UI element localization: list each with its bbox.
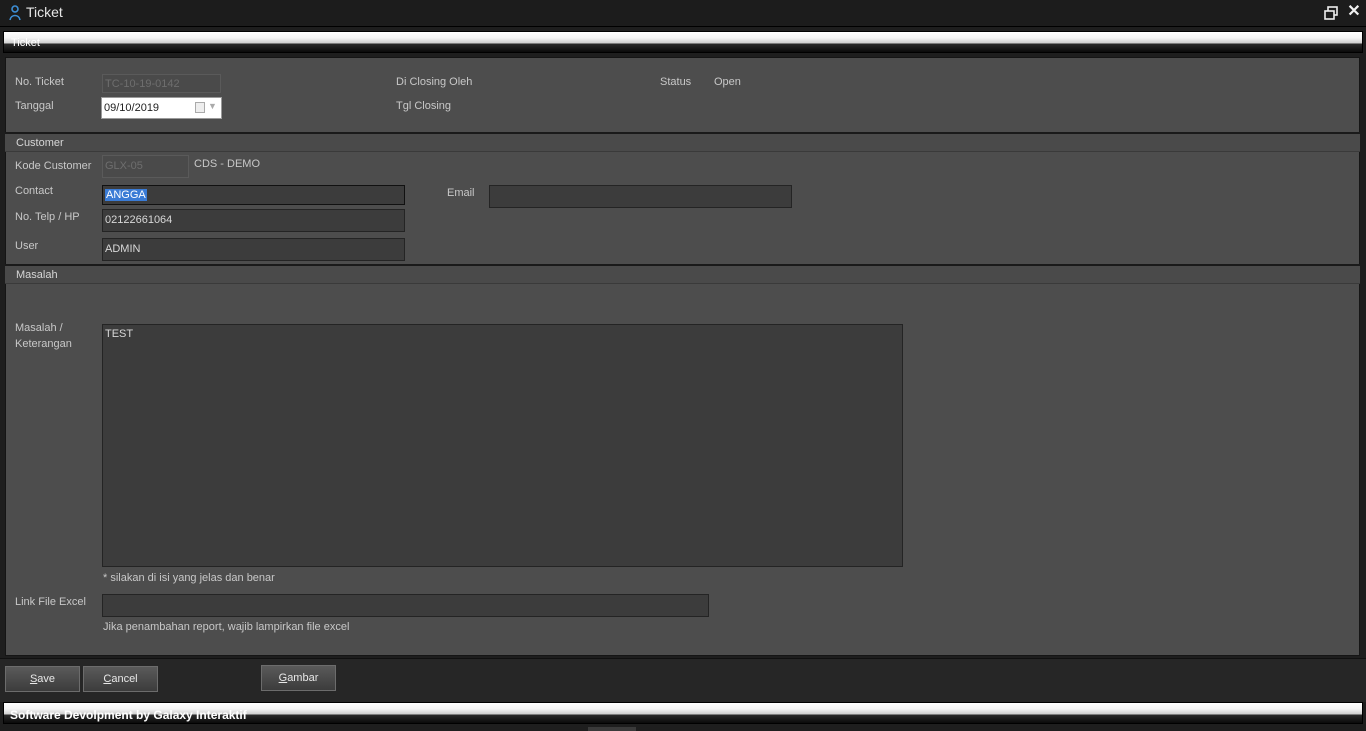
masalah-hint: * silakan di isi yang jelas dan benar: [103, 572, 275, 584]
gambar-mnemonic: G: [278, 672, 288, 684]
window-title: Ticket: [26, 4, 63, 20]
dropdown-arrow-icon[interactable]: ▼: [208, 101, 217, 111]
button-bar: [0, 658, 1366, 702]
kode-customer-field[interactable]: GLX-05: [102, 155, 189, 178]
kode-customer-label: Kode Customer: [15, 160, 92, 172]
no-ticket-field[interactable]: TC-10-19-0142: [102, 74, 221, 93]
contact-input[interactable]: ANGGA: [102, 185, 405, 205]
email-input[interactable]: [489, 185, 792, 208]
tanggal-label: Tanggal: [15, 100, 54, 112]
app-user-icon: [9, 5, 21, 21]
email-label: Email: [447, 187, 475, 199]
status-label: Status: [660, 76, 692, 88]
masalah-section-title: Masalah: [16, 269, 58, 281]
taskbar-stub: [588, 727, 636, 731]
masalah-label-line2: Keterangan: [15, 338, 72, 350]
link-file-excel-hint: Jika penambahan report, wajib lampirkan …: [103, 621, 350, 633]
save-button[interactable]: Save: [5, 666, 80, 692]
masalah-section-header: [5, 264, 1360, 284]
calendar-icon[interactable]: [195, 102, 205, 113]
status-value: Open: [714, 76, 741, 88]
ticket-header-label: Ticket: [11, 37, 40, 49]
telp-input[interactable]: 02122661064: [102, 209, 405, 232]
contact-label: Contact: [15, 185, 53, 197]
link-file-excel-label: Link File Excel: [15, 596, 86, 608]
tanggal-date-picker[interactable]: 09/10/2019 ▼: [101, 97, 222, 119]
masalah-textarea[interactable]: TEST: [102, 324, 903, 567]
user-input[interactable]: ADMIN: [102, 238, 405, 261]
cancel-label-rest: ancel: [111, 673, 138, 685]
tanggal-value: 09/10/2019: [104, 102, 160, 114]
customer-section-header: [5, 132, 1360, 152]
link-file-excel-input[interactable]: [102, 594, 709, 617]
restore-window-icon[interactable]: [1324, 6, 1338, 20]
telp-label: No. Telp / HP: [15, 211, 80, 223]
window-titlebar: Ticket ✕: [0, 0, 1366, 27]
gambar-label-rest: ambar: [287, 672, 319, 684]
masalah-label-line1: Masalah /: [15, 322, 63, 334]
save-label-rest: ave: [37, 673, 56, 685]
contact-value: ANGGA: [105, 189, 147, 201]
closing-by-label: Di Closing Oleh: [396, 76, 473, 88]
customer-name: CDS - DEMO: [194, 158, 260, 170]
closing-date-label: Tgl Closing: [396, 100, 452, 112]
ticket-header-bar: Ticket: [3, 31, 1363, 53]
no-ticket-label: No. Ticket: [15, 76, 64, 88]
footer-credit: Software Devolpment by Galaxy Interaktif: [10, 708, 247, 722]
customer-section-title: Customer: [16, 137, 64, 149]
user-label: User: [15, 240, 39, 252]
gambar-button[interactable]: Gambar: [261, 665, 336, 691]
cancel-button[interactable]: Cancel: [83, 666, 158, 692]
footer-bar: Software Devolpment by Galaxy Interaktif: [3, 702, 1363, 724]
close-icon[interactable]: ✕: [1346, 4, 1362, 20]
